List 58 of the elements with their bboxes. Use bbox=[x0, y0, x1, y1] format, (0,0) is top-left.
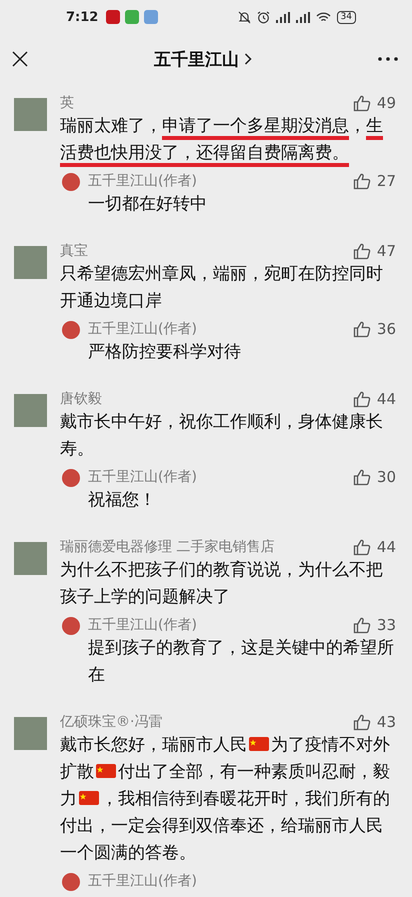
like-button[interactable]: 36 bbox=[352, 320, 396, 338]
author-name: 五千里江山(作者) bbox=[88, 468, 198, 486]
like-button[interactable]: 33 bbox=[352, 616, 396, 634]
wifi-icon bbox=[316, 12, 331, 22]
avatar-circle[interactable] bbox=[62, 873, 80, 891]
avatar-circle[interactable] bbox=[62, 321, 80, 339]
alarm-icon bbox=[256, 10, 270, 24]
more-icon[interactable] bbox=[378, 57, 398, 61]
thumbs-up-icon[interactable] bbox=[352, 94, 371, 112]
thumbs-up-icon[interactable] bbox=[352, 172, 371, 190]
thumbs-up-icon[interactable] bbox=[352, 390, 371, 408]
thumbs-up-icon[interactable] bbox=[352, 468, 371, 486]
comment-text: 为什么不把孩子们的教育说说，为什么不把孩子上学的问题解决了 bbox=[60, 559, 384, 609]
app-icon bbox=[106, 10, 120, 24]
reply-text: 祝福您！ bbox=[88, 489, 157, 512]
thumbs-up-icon[interactable] bbox=[352, 320, 371, 338]
commenter-name: 真宝 bbox=[60, 242, 89, 260]
battery-level: 34 bbox=[336, 10, 356, 24]
author-name: 五千里江山(作者) bbox=[88, 172, 198, 190]
like-button[interactable]: 49 bbox=[352, 94, 396, 112]
author-name: 五千里江山(作者) bbox=[88, 320, 198, 338]
like-button[interactable]: 30 bbox=[352, 468, 396, 486]
reply-text: 严格防控要科学对待 bbox=[88, 341, 242, 364]
like-button[interactable]: 43 bbox=[352, 713, 396, 731]
like-button[interactable]: 47 bbox=[352, 242, 396, 260]
status-time: 7:12 bbox=[66, 10, 98, 24]
thumbs-up-icon[interactable] bbox=[352, 713, 371, 731]
avatar-circle[interactable] bbox=[62, 469, 80, 487]
reply-text: 提到孩子的教育了，这是关键中的希望所在 bbox=[88, 637, 395, 687]
comment-text: 只希望德宏州章凤，端丽，宛町在防控同时开通边境口岸 bbox=[60, 263, 384, 313]
commenter-name: 英 bbox=[60, 94, 75, 112]
avatar-circle[interactable] bbox=[62, 617, 80, 635]
signal-icon bbox=[296, 12, 310, 22]
reply-text: 一切都在好转中 bbox=[88, 193, 208, 216]
signal-icon bbox=[276, 12, 290, 22]
flag-icon bbox=[249, 737, 269, 751]
app-icon bbox=[144, 10, 158, 24]
thumbs-up-icon[interactable] bbox=[352, 616, 371, 634]
chevron-right-icon[interactable] bbox=[244, 53, 252, 65]
avatar-circle[interactable] bbox=[62, 173, 80, 191]
bell-muted-icon bbox=[238, 10, 251, 24]
thumbs-up-icon[interactable] bbox=[352, 242, 371, 260]
flag-icon bbox=[79, 791, 99, 805]
comment-text: 戴市长中午好，祝你工作顺利，身体健康长寿。 bbox=[60, 411, 384, 461]
thumbs-up-icon[interactable] bbox=[352, 538, 371, 556]
commenter-name: 亿硕珠宝®·冯雷 bbox=[60, 713, 164, 731]
app-icon bbox=[125, 10, 140, 24]
flag-icon bbox=[96, 764, 116, 778]
commenter-name: 瑞丽德爱电器修理 二手家电销售店 bbox=[60, 538, 276, 556]
author-name: 五千里江山(作者) bbox=[88, 872, 198, 890]
header-title[interactable]: 五千里江山 bbox=[154, 48, 239, 70]
commenter-name: 唐钦毅 bbox=[60, 390, 103, 408]
like-button[interactable]: 44 bbox=[352, 390, 396, 408]
author-name: 五千里江山(作者) bbox=[88, 616, 198, 634]
like-button[interactable]: 27 bbox=[352, 172, 396, 190]
like-button[interactable]: 44 bbox=[352, 538, 396, 556]
comment-text: 戴市长您好，瑞丽市人民 为了疫情不对外扩散 付出了全部，有一种素质叫忍耐，毅力 ，我相信待到春暖花开时，我们所有的付出，一定会得到双倍奉还，给瑞丽市人民一个圆满的答卷。 bbox=[60, 734, 391, 865]
close-icon[interactable] bbox=[12, 51, 28, 67]
